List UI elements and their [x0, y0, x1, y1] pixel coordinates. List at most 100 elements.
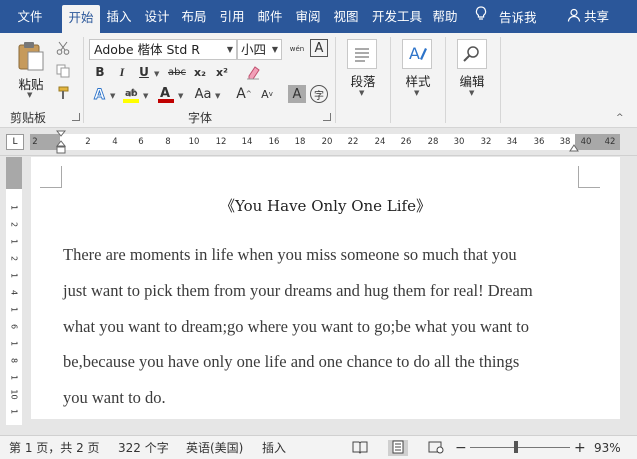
chevron-down-icon: ▼: [271, 45, 278, 54]
insert-mode-indicator[interactable]: 插入: [262, 440, 286, 456]
tab-design[interactable]: 设计: [141, 4, 173, 30]
share-button[interactable]: 共享: [567, 6, 609, 28]
right-indent-marker[interactable]: [569, 141, 579, 155]
highlight-color-icon[interactable]: ab: [122, 85, 140, 103]
zoom-out-button[interactable]: −: [455, 440, 467, 456]
font-size-value: 小四: [241, 42, 267, 57]
editing-button[interactable]: [457, 39, 487, 69]
collapse-ribbon-icon[interactable]: ^: [616, 113, 624, 123]
character-border-icon: A: [314, 40, 324, 56]
zoom-in-button[interactable]: +: [574, 440, 586, 456]
tab-layout[interactable]: 布局: [178, 4, 210, 30]
tab-insert[interactable]: 插入: [103, 4, 135, 30]
margin-corner-mark: [40, 166, 62, 188]
ruler-tick: 1: [9, 408, 19, 415]
shrink-font-button[interactable]: Av: [258, 85, 276, 103]
bold-button[interactable]: B: [91, 63, 109, 81]
tell-me-box[interactable]: 告诉我: [473, 6, 537, 28]
tab-review[interactable]: 审阅: [292, 4, 324, 30]
zoom-slider-thumb[interactable]: [514, 441, 518, 453]
ruler-tick: 30: [453, 137, 465, 147]
underline-dropdown-icon[interactable]: ▼: [154, 70, 159, 78]
font-color-icon[interactable]: A: [157, 85, 175, 103]
styles-button[interactable]: A: [402, 39, 432, 69]
superscript-button[interactable]: x²: [213, 63, 231, 81]
group-divider: [500, 37, 501, 123]
paste-dropdown-icon[interactable]: ▼: [27, 91, 32, 99]
ruler-tick: 1: [9, 306, 19, 313]
word-count[interactable]: 322 个字: [118, 440, 169, 456]
grow-font-button[interactable]: A ^: [235, 85, 253, 103]
enclose-characters-button[interactable]: 字: [310, 85, 328, 103]
read-mode-icon[interactable]: [352, 440, 368, 456]
font-name-select[interactable]: Adobe 楷体 Std R ▼: [89, 39, 237, 60]
ruler-tick: 24: [374, 137, 386, 147]
page-count[interactable]: 第 1 页，共 2 页: [9, 440, 100, 456]
font-launcher-icon[interactable]: [323, 113, 331, 121]
person-icon: [567, 7, 581, 29]
ruler-tick: 40: [580, 137, 592, 147]
cut-icon[interactable]: [54, 39, 72, 57]
clipboard-launcher-icon[interactable]: [72, 113, 80, 121]
paragraph-lines-icon: [355, 48, 369, 62]
vertical-ruler[interactable]: 1 2 1 2 1 4 1 6 1 8 1 10 1: [6, 157, 22, 425]
language-indicator[interactable]: 英语(美国): [186, 440, 243, 456]
group-divider: [390, 37, 391, 123]
print-layout-icon[interactable]: [388, 440, 408, 456]
ruler-tick: 1: [9, 374, 19, 381]
ruler-tick: 28: [427, 137, 439, 147]
clear-formatting-icon[interactable]: [244, 63, 262, 81]
highlight-dropdown-icon[interactable]: ▼: [143, 92, 148, 100]
editing-dropdown-icon[interactable]: ▼: [469, 89, 474, 97]
strikethrough-button[interactable]: abc: [166, 63, 188, 81]
web-layout-icon[interactable]: [428, 440, 444, 456]
zoom-slider-track[interactable]: [470, 447, 570, 448]
change-case-button[interactable]: Aa: [193, 85, 213, 103]
format-painter-icon[interactable]: [54, 84, 72, 102]
document-page[interactable]: 《You Have Only One Life》 There are momen…: [31, 157, 620, 419]
tab-view[interactable]: 视图: [330, 4, 362, 30]
tab-help[interactable]: 帮助: [429, 4, 461, 30]
chevron-down-icon: ▼: [226, 45, 233, 54]
character-border-button[interactable]: A: [310, 39, 328, 57]
tab-references[interactable]: 引用: [216, 4, 248, 30]
tab-file[interactable]: 文件: [8, 4, 52, 30]
ruler-tick: 10: [188, 137, 200, 147]
ruler-strip[interactable]: 2 2 4 6 8 10 12 14 16 18 20 22 24 26 28 …: [30, 134, 620, 150]
ruler-tick: 6: [9, 323, 19, 330]
paragraph-dropdown-icon[interactable]: ▼: [359, 89, 364, 97]
ruler-tick: 18: [294, 137, 306, 147]
margin-corner-mark: [578, 166, 600, 188]
copy-icon[interactable]: [54, 62, 72, 80]
magnifier-icon: [463, 46, 479, 62]
font-size-select[interactable]: 小四 ▼: [237, 39, 282, 60]
styles-dropdown-icon[interactable]: ▼: [414, 89, 419, 97]
document-line: what you want to dream;go where you want…: [63, 317, 530, 336]
font-name-value: Adobe 楷体 Std R: [94, 42, 200, 57]
subscript-button[interactable]: x₂: [191, 63, 209, 81]
underline-button[interactable]: U: [135, 63, 153, 81]
ruler-tick: 2: [85, 137, 91, 147]
text-effects-dropdown-icon[interactable]: ▼: [110, 92, 115, 100]
zoom-level[interactable]: 93%: [594, 440, 621, 456]
ruler-tick: 8: [165, 137, 171, 147]
clipboard-icon: [18, 42, 44, 71]
tab-developer[interactable]: 开发工具: [368, 4, 426, 30]
tab-selector[interactable]: L: [6, 134, 24, 150]
tab-home[interactable]: 开始: [62, 5, 100, 33]
italic-button[interactable]: I: [113, 63, 131, 81]
character-shading-button[interactable]: A: [288, 85, 306, 103]
paragraph-label: 段落: [350, 74, 376, 89]
phonetic-guide-button[interactable]: wén: [286, 38, 308, 60]
text-effects-icon[interactable]: A: [91, 85, 109, 103]
change-case-dropdown-icon[interactable]: ▼: [215, 92, 220, 100]
styles-icon: A: [409, 44, 427, 63]
ruler-tick: 42: [604, 137, 616, 147]
font-color-dropdown-icon[interactable]: ▼: [178, 92, 183, 100]
paste-button[interactable]: [14, 39, 48, 73]
first-line-indent-marker[interactable]: [55, 130, 67, 159]
paragraph-button[interactable]: [347, 39, 377, 69]
ruler-tick: 26: [400, 137, 412, 147]
tab-mailings[interactable]: 邮件: [254, 4, 286, 30]
horizontal-ruler: L 2 2 4 6 8 10 12 14 16 18 20 22 24 26 2…: [0, 128, 637, 156]
